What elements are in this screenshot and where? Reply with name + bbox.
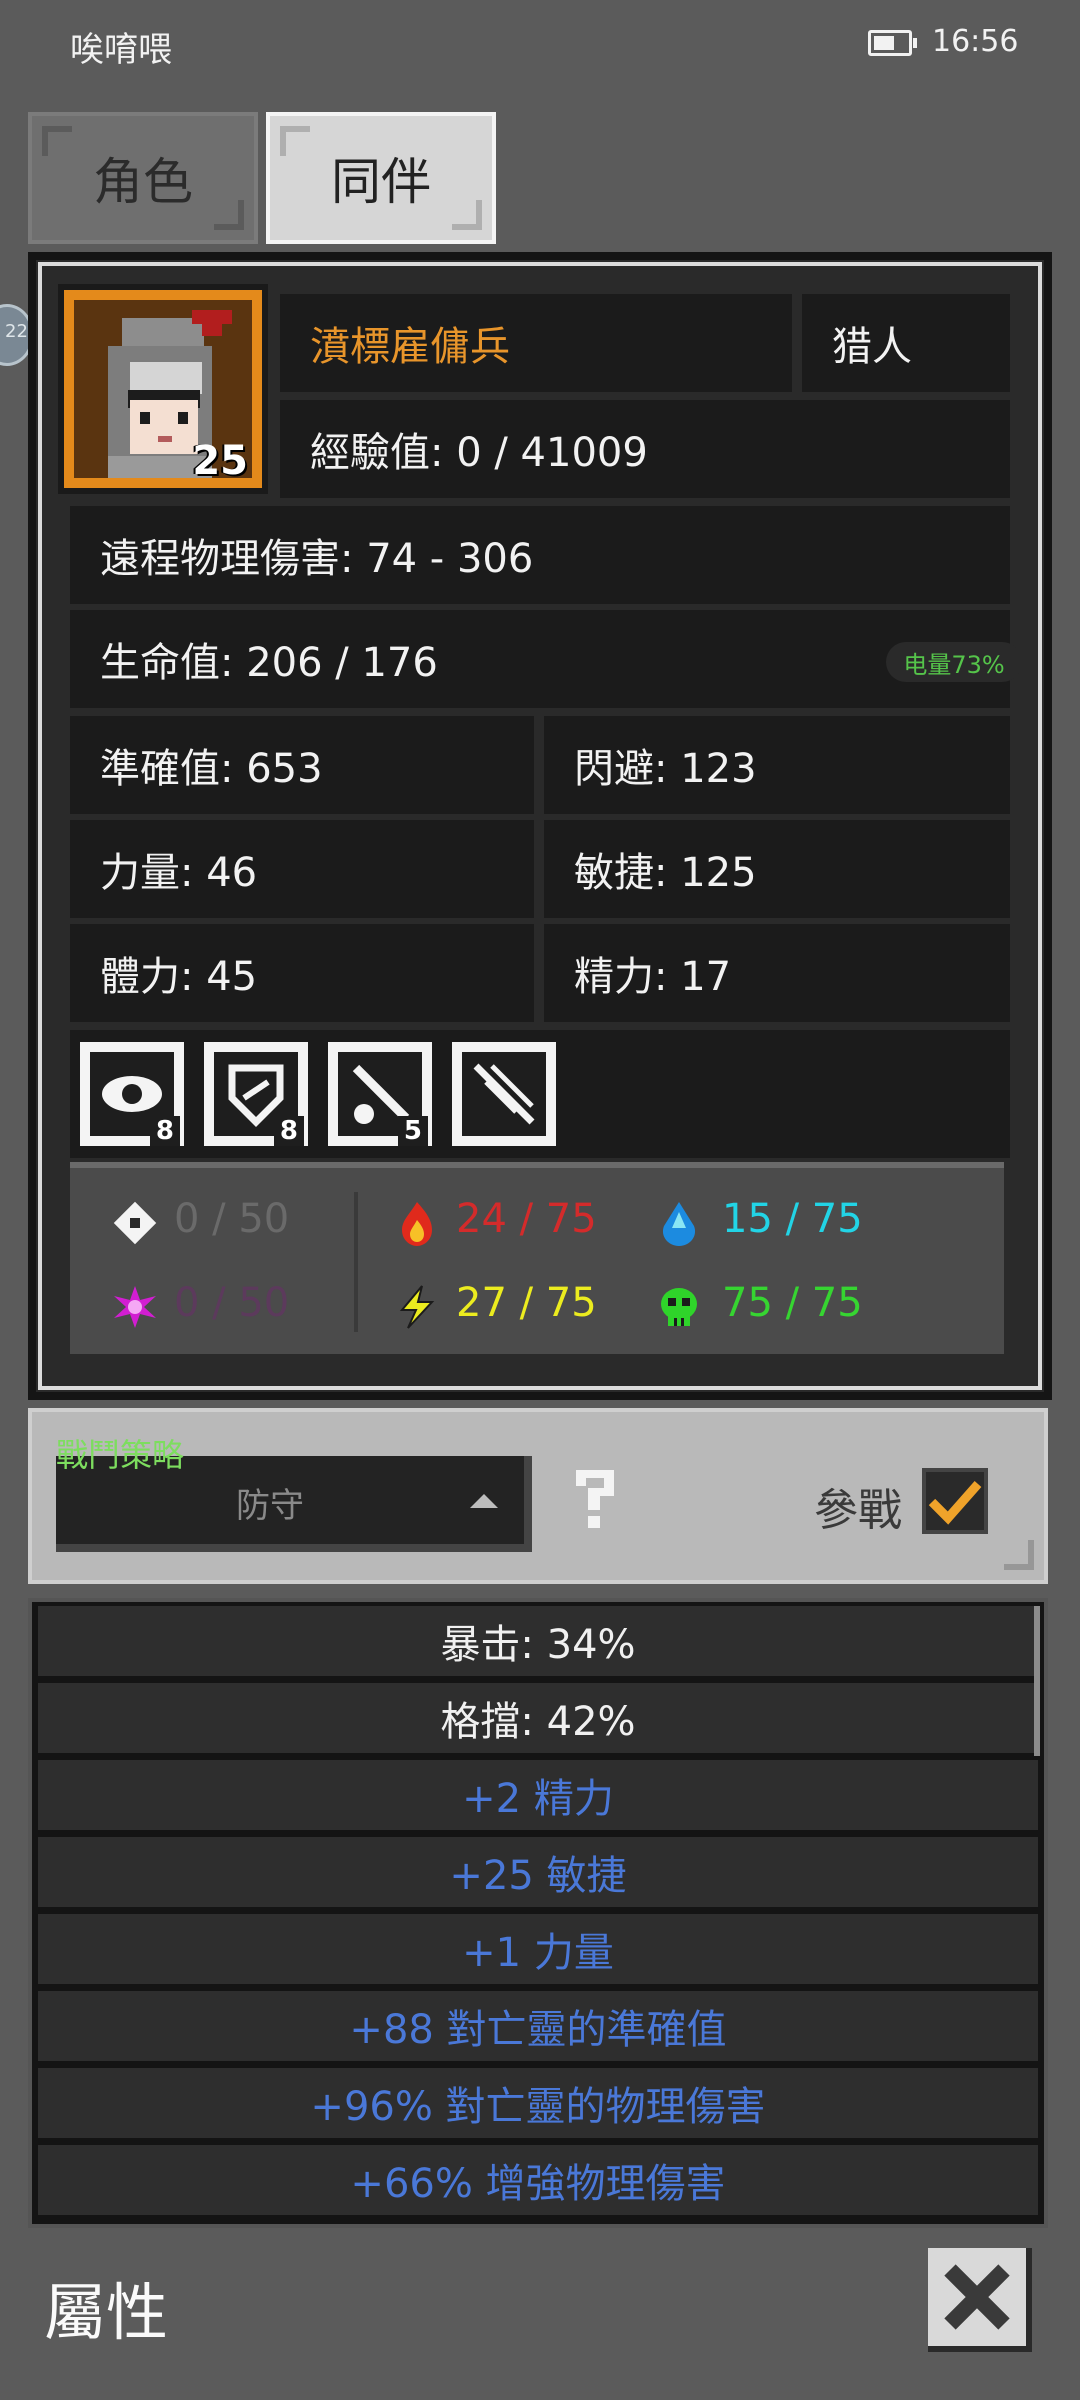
companion-class-cell: 猎人 xyxy=(802,294,1010,392)
lightning-resistance-value: 27 / 75 xyxy=(456,1280,597,1326)
bonus-text: 暴击: 34% xyxy=(440,1622,636,1668)
companion-class: 猎人 xyxy=(832,324,912,370)
physical-resistance-value: 0 / 50 xyxy=(174,1196,290,1242)
list-item: +2 精力 xyxy=(38,1760,1038,1830)
tab-companion-label: 同伴 xyxy=(331,153,431,211)
experience-value: 經驗值: 0 / 41009 xyxy=(310,430,648,476)
hp-cell: 生命值: 206 / 176 xyxy=(70,610,1010,708)
fire-resistance-value: 24 / 75 xyxy=(456,1196,597,1242)
power-badge: 电量73% xyxy=(886,642,1022,682)
skill-count: 5 xyxy=(397,1116,428,1146)
hp-value: 生命值: 206 / 176 xyxy=(100,640,438,686)
bonus-text: +2 精力 xyxy=(462,1776,614,1822)
list-item: 暴击: 34% xyxy=(38,1606,1038,1676)
bonus-text: +96% 對亡靈的物理傷害 xyxy=(310,2084,766,2130)
status-bar-title: 唉唷喂 xyxy=(70,30,172,70)
accuracy-value: 準確值: 653 xyxy=(100,746,323,792)
tab-corner-decoration xyxy=(42,126,72,156)
arcane-resistance-value: 0 / 50 xyxy=(174,1280,290,1326)
floating-bubble-label: 22 xyxy=(5,321,28,342)
agility-value: 敏捷: 125 xyxy=(574,850,757,896)
shuriken-icon xyxy=(113,1201,157,1245)
stamina-cell: 體力: 45 xyxy=(70,924,534,1022)
tab-companion[interactable]: 同伴 xyxy=(266,112,496,244)
stamina-value: 體力: 45 xyxy=(100,954,258,1000)
checkmark-icon xyxy=(928,1481,982,1525)
strategy-selected-value: 防守 xyxy=(236,1486,304,1526)
lightning-icon xyxy=(399,1285,435,1329)
strength-value: 力量: 46 xyxy=(100,850,258,896)
bonus-text: 格擋: 42% xyxy=(440,1699,636,1745)
spirit-cell: 精力: 17 xyxy=(544,924,1010,1022)
join-battle-checkbox[interactable] xyxy=(922,1468,988,1534)
water-drop-icon xyxy=(662,1202,696,1246)
skill-count: 8 xyxy=(149,1116,180,1146)
resistance-panel: 0 / 50 24 / 75 15 / 75 0 / 50 27 / 75 75… xyxy=(70,1162,1004,1354)
bonus-text: +88 對亡靈的準確值 xyxy=(349,2007,727,2053)
close-button[interactable] xyxy=(928,2248,1032,2352)
skill-slot-eye[interactable]: 8 xyxy=(80,1042,184,1146)
agility-cell: 敏捷: 125 xyxy=(544,820,1010,918)
fire-icon xyxy=(402,1202,432,1246)
accuracy-cell: 準確值: 653 xyxy=(70,716,534,814)
list-item: +66% 增強物理傷害 xyxy=(38,2145,1038,2215)
list-item: 格擋: 42% xyxy=(38,1683,1038,1753)
page-title: 屬性 xyxy=(44,2276,169,2349)
companion-name: 濆標雇傭兵 xyxy=(310,324,510,370)
list-item: +1 力量 xyxy=(38,1914,1038,1984)
battery-icon xyxy=(868,30,917,56)
spirit-value: 精力: 17 xyxy=(574,954,732,1000)
tab-character[interactable]: 角色 xyxy=(28,112,258,244)
chevron-up-icon xyxy=(470,1494,498,1508)
resistance-divider xyxy=(354,1192,358,1332)
strategy-label: 戰鬥策略 xyxy=(56,1436,185,1474)
skill-slot-crossed-arrows[interactable] xyxy=(452,1042,556,1146)
poison-resistance-value: 75 / 75 xyxy=(722,1280,863,1326)
tab-corner-decoration xyxy=(452,200,482,230)
strength-cell: 力量: 46 xyxy=(70,820,534,918)
companion-portrait[interactable]: 25 xyxy=(58,284,268,494)
skull-icon xyxy=(661,1288,697,1326)
water-resistance-value: 15 / 75 xyxy=(722,1196,863,1242)
list-item: +88 對亡靈的準確值 xyxy=(38,1991,1038,2061)
skill-slot-shield[interactable]: 8 xyxy=(204,1042,308,1146)
tab-corner-decoration xyxy=(214,200,244,230)
status-bar-clock: 16:56 xyxy=(932,24,1019,59)
list-item: +96% 對亡靈的物理傷害 xyxy=(38,2068,1038,2138)
dodge-cell: 閃避: 123 xyxy=(544,716,1010,814)
skill-count: 8 xyxy=(273,1116,304,1146)
ranged-damage-value: 遠程物理傷害: 74 - 306 xyxy=(100,536,534,582)
close-icon xyxy=(944,2264,1010,2330)
magic-burst-icon xyxy=(114,1286,156,1328)
bonus-text: +25 敏捷 xyxy=(449,1853,627,1899)
tab-character-label: 角色 xyxy=(93,153,193,211)
dodge-value: 閃避: 123 xyxy=(574,746,757,792)
companion-level: 25 xyxy=(192,438,248,484)
skill-row: 8 8 5 xyxy=(70,1030,1010,1158)
bonus-attribute-list[interactable]: 暴击: 34% 格擋: 42% +2 精力 +25 敏捷 +1 力量 +88 對… xyxy=(28,1598,1048,2228)
battle-strategy-panel: 防守 戰鬥策略 參戰 xyxy=(28,1408,1048,1584)
ranged-damage-cell: 遠程物理傷害: 74 - 306 xyxy=(70,506,1010,604)
crossed-arrows-skill-icon xyxy=(462,1052,546,1136)
tab-corner-decoration xyxy=(280,126,310,156)
list-scrollbar[interactable] xyxy=(1034,1606,1040,1756)
help-icon[interactable] xyxy=(566,1460,626,1536)
experience-cell: 經驗值: 0 / 41009 xyxy=(280,400,1010,498)
bonus-text: +1 力量 xyxy=(462,1930,614,1976)
skill-slot-sword[interactable]: 5 xyxy=(328,1042,432,1146)
join-battle-label: 參戰 xyxy=(814,1485,902,1536)
companion-name-cell: 濆標雇傭兵 xyxy=(280,294,792,392)
panel-corner-decoration xyxy=(1004,1540,1034,1570)
list-item: +25 敏捷 xyxy=(38,1837,1038,1907)
bonus-text: +66% 增強物理傷害 xyxy=(350,2161,726,2207)
